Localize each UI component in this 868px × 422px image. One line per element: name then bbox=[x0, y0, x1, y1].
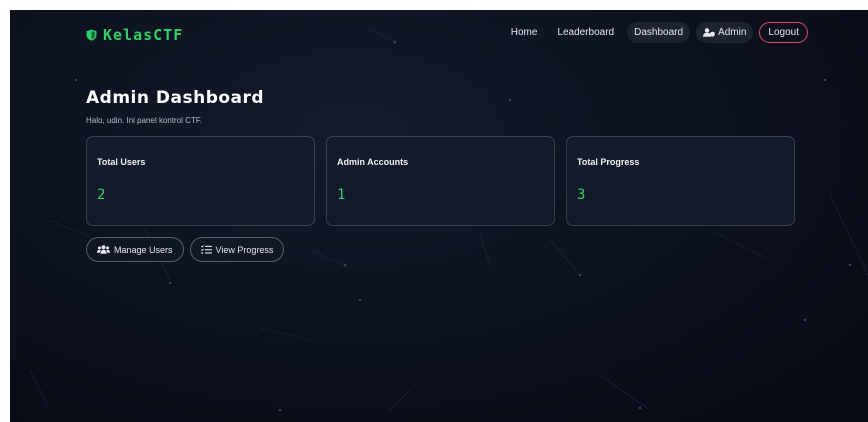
nav-admin[interactable]: Admin bbox=[696, 22, 754, 43]
app-frame: KelasCTF Home Leaderboard Dashboard Admi… bbox=[10, 10, 868, 422]
stat-card-title: Admin Accounts bbox=[337, 157, 409, 167]
stat-card-value: 1 bbox=[337, 187, 346, 203]
stat-card-value: 3 bbox=[577, 187, 586, 203]
users-icon bbox=[97, 245, 110, 254]
stat-card-value: 2 bbox=[97, 187, 106, 203]
stat-card-title: Total Users bbox=[97, 157, 146, 167]
action-buttons: Manage Users View Progress bbox=[86, 237, 285, 262]
manage-users-button[interactable]: Manage Users bbox=[86, 237, 184, 262]
view-progress-button[interactable]: View Progress bbox=[189, 237, 285, 262]
user-shield-icon bbox=[703, 28, 715, 37]
list-check-icon bbox=[200, 245, 212, 254]
brand-logo[interactable]: KelasCTF bbox=[86, 26, 183, 44]
nav-home[interactable]: Home bbox=[504, 22, 545, 43]
page-subtitle: Halo, udin. Ini panel kontrol CTF. bbox=[86, 116, 203, 125]
brand-name: KelasCTF bbox=[103, 26, 184, 44]
stat-card-admin-accounts: Admin Accounts 1 bbox=[326, 136, 555, 226]
manage-users-label: Manage Users bbox=[114, 244, 173, 255]
logout-button[interactable]: Logout bbox=[759, 22, 808, 43]
nav-dashboard[interactable]: Dashboard bbox=[627, 22, 691, 43]
stat-card-total-progress: Total Progress 3 bbox=[566, 136, 795, 226]
nav-admin-label: Admin bbox=[718, 27, 747, 38]
stat-card-title: Total Progress bbox=[577, 157, 640, 167]
nav-leaderboard[interactable]: Leaderboard bbox=[550, 22, 621, 43]
view-progress-label: View Progress bbox=[215, 244, 274, 255]
shield-icon bbox=[86, 29, 97, 41]
stat-card-total-users: Total Users 2 bbox=[86, 136, 315, 226]
navbar: Home Leaderboard Dashboard Admin Logout bbox=[504, 22, 808, 43]
page-title: Admin Dashboard bbox=[86, 88, 265, 108]
